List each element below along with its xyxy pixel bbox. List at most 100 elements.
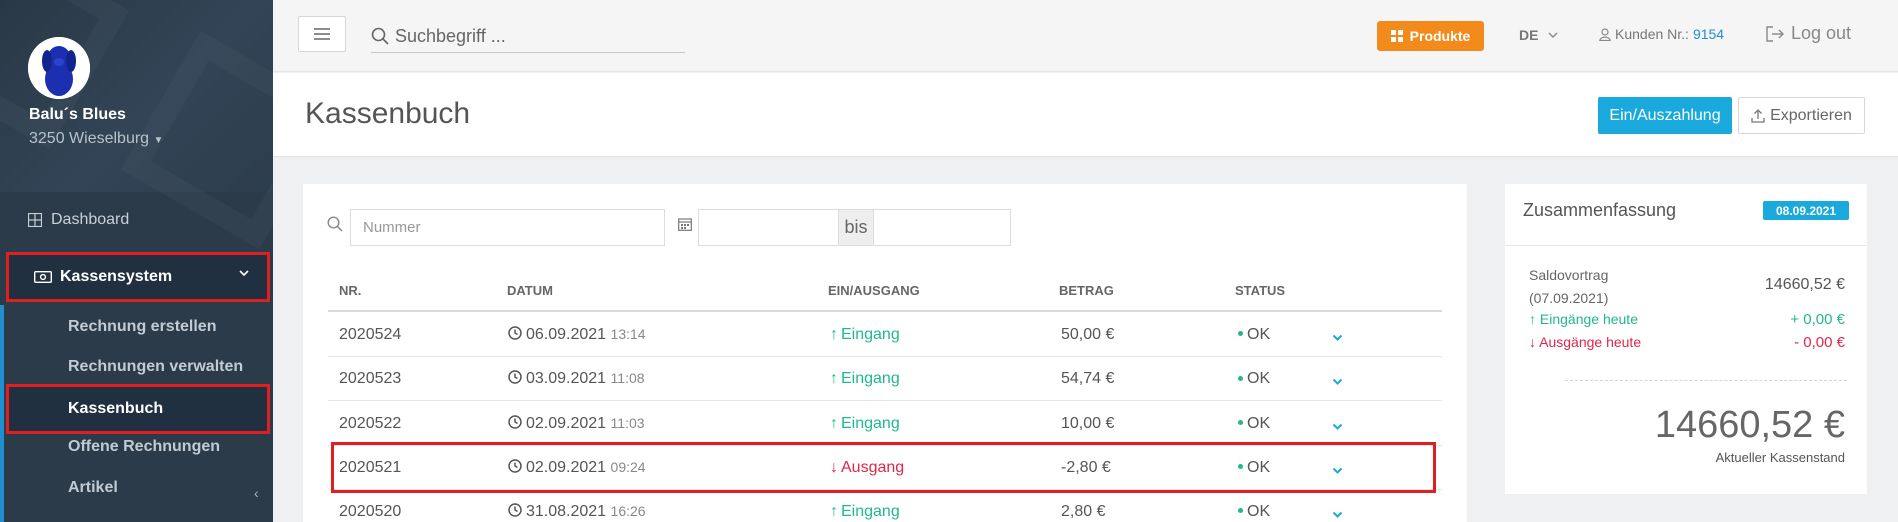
expand-row-button[interactable] bbox=[1332, 373, 1343, 391]
nummer-filter-input[interactable]: Nummer bbox=[350, 209, 665, 246]
ein-auszahlung-button[interactable]: Ein/Auszahlung bbox=[1598, 97, 1732, 134]
sidebar-subitem-artikel[interactable]: Artikel bbox=[68, 479, 118, 497]
arrow-up-icon: ↑ bbox=[830, 370, 838, 388]
cell-ein-ausgang: ↑ Eingang bbox=[830, 370, 900, 388]
cell-ein-ausgang: ↓ Ausgang bbox=[830, 459, 904, 477]
clock-icon bbox=[508, 370, 522, 385]
hamburger-icon bbox=[314, 28, 330, 40]
cell-status: OK bbox=[1238, 370, 1270, 388]
customer-number[interactable]: Kunden Nr.: 9154 bbox=[1599, 26, 1724, 42]
cell-betrag: 54,74 € bbox=[1061, 370, 1115, 388]
table-row[interactable]: 2020520 31.08.2021 16:26 ↑ Eingang 2,80 € OK bbox=[328, 490, 1442, 522]
nummer-placeholder: Nummer bbox=[363, 219, 421, 236]
cell-nr: 2020520 bbox=[339, 503, 402, 521]
sidebar-profile-area: Balu´s Blues 3250 Wieselburg ▼ bbox=[0, 0, 273, 192]
expand-row-button[interactable] bbox=[1332, 506, 1343, 522]
cell-time: 11:08 bbox=[610, 370, 645, 387]
cell-ein-ausgang: ↑ Eingang bbox=[830, 415, 900, 433]
sidebar-item-label: Kassensystem bbox=[60, 268, 173, 285]
column-header-datum[interactable]: DATUM bbox=[507, 283, 553, 298]
summary-divider bbox=[1505, 245, 1867, 246]
sidebar-item-kassensystem[interactable]: Kassensystem bbox=[6, 252, 270, 302]
column-header-status[interactable]: STATUS bbox=[1235, 283, 1285, 298]
cash-icon bbox=[34, 271, 52, 283]
chevron-down-icon bbox=[239, 270, 249, 277]
logout-label: Log out bbox=[1791, 23, 1852, 43]
apps-icon bbox=[1390, 30, 1403, 42]
clock-icon bbox=[508, 503, 522, 517]
sidebar-item-label: Dashboard bbox=[51, 211, 130, 228]
sidebar-subitem-rechnungen-verwalten[interactable]: Rechnungen verwalten bbox=[68, 358, 243, 376]
language-select[interactable]: DE bbox=[1519, 27, 1558, 43]
saldovortrag-value: 14660,52 € bbox=[1764, 276, 1845, 293]
cell-status-text: OK bbox=[1247, 414, 1271, 432]
export-button[interactable]: Exportieren bbox=[1738, 97, 1865, 134]
table-row[interactable]: 2020524 06.09.2021 13:14 ↑ Eingang 50,00 € OK bbox=[328, 313, 1442, 357]
table-row[interactable]: 2020523 03.09.2021 11:08 ↑ Eingang 54,74 € OK bbox=[328, 357, 1442, 402]
search-placeholder: Suchbegriff ... bbox=[395, 25, 506, 46]
sidebar-subitem-rechnung-erstellen[interactable]: Rechnung erstellen bbox=[68, 318, 216, 336]
date-from-input[interactable] bbox=[698, 209, 838, 246]
saldovortrag-date: (07.09.2021) bbox=[1529, 290, 1609, 306]
cell-type: Eingang bbox=[841, 414, 900, 432]
column-header-nr[interactable]: NR. bbox=[339, 283, 361, 298]
cell-status-text: OK bbox=[1247, 503, 1271, 521]
column-header-ein-ausgang[interactable]: EIN/AUSGANG bbox=[828, 283, 920, 298]
cell-type: Ausgang bbox=[841, 458, 905, 476]
expand-row-button[interactable] bbox=[1332, 462, 1343, 480]
calendar-icon bbox=[678, 218, 692, 231]
cell-datum: 03.09.2021 11:08 bbox=[508, 370, 645, 388]
summary-title: Zusammenfassung bbox=[1523, 200, 1677, 220]
cell-datum: 02.09.2021 09:24 bbox=[508, 459, 646, 477]
shop-location-dropdown[interactable]: 3250 Wieselburg ▼ bbox=[29, 130, 163, 148]
customer-number-value: 9154 bbox=[1692, 26, 1725, 42]
sidebar-item-dashboard[interactable]: Dashboard bbox=[0, 192, 273, 248]
cell-time: 11:03 bbox=[610, 414, 645, 431]
cell-time: 09:24 bbox=[610, 458, 646, 475]
cell-type: Eingang bbox=[841, 503, 900, 521]
expand-row-button[interactable] bbox=[1332, 418, 1343, 436]
expand-row-button[interactable] bbox=[1332, 329, 1343, 347]
menu-toggle-button[interactable] bbox=[298, 16, 346, 52]
sidebar-subitem-kassenbuch[interactable]: Kassenbuch bbox=[6, 384, 270, 434]
customer-number-label: Kunden Nr.: bbox=[1615, 26, 1689, 42]
table-row[interactable]: 2020522 02.09.2021 11:03 ↑ Eingang 10,00 € OK bbox=[328, 402, 1442, 446]
chevron-left-icon: ‹ bbox=[254, 485, 259, 501]
eingaenge-heute-value: + 0,00 € bbox=[1790, 311, 1845, 328]
eingaenge-heute-label: ↑ Eingänge heute bbox=[1529, 311, 1638, 327]
table-row[interactable]: 2020521 02.09.2021 09:24 ↓ Ausgang -2,80 € OK bbox=[328, 446, 1442, 490]
chevron-down-icon bbox=[1332, 511, 1343, 519]
cell-betrag: 2,80 € bbox=[1061, 503, 1106, 521]
logout-button[interactable]: Log out bbox=[1766, 23, 1851, 44]
kassenstand-value: 14660,52 € bbox=[1654, 404, 1845, 446]
cell-time: 13:14 bbox=[610, 326, 646, 342]
produkte-button[interactable]: Produkte bbox=[1377, 21, 1484, 51]
cell-ein-ausgang: ↑ Eingang bbox=[830, 503, 900, 521]
clock-icon bbox=[508, 459, 522, 473]
export-label: Exportieren bbox=[1770, 106, 1852, 124]
kassenstand-label: Aktueller Kassenstand bbox=[1715, 450, 1845, 465]
arrow-up-icon: ↑ bbox=[830, 503, 838, 521]
date-to-input[interactable] bbox=[874, 209, 1011, 246]
cell-nr: 2020521 bbox=[339, 458, 402, 476]
date-range-separator: bis bbox=[838, 209, 874, 246]
arrow-up-icon: ↑ bbox=[1529, 311, 1536, 327]
chevron-down-icon bbox=[1548, 32, 1558, 38]
search-input[interactable]: Suchbegriff ... bbox=[371, 20, 685, 53]
shop-avatar[interactable] bbox=[28, 37, 90, 99]
kassenbuch-card: Nummer bis NR. DATUM EIN/AUSGANG BETRAG … bbox=[303, 184, 1467, 522]
sidebar-subitem-offene-rechnungen[interactable]: Offene Rechnungen bbox=[68, 438, 220, 456]
status-dot-icon bbox=[1238, 464, 1243, 470]
cell-datum: 06.09.2021 13:14 bbox=[508, 326, 646, 344]
column-header-betrag[interactable]: BETRAG bbox=[1059, 283, 1114, 298]
grid-icon bbox=[28, 213, 42, 227]
clock-icon bbox=[508, 326, 522, 340]
cell-time: 16:26 bbox=[610, 503, 646, 520]
chevron-down-icon bbox=[1332, 423, 1343, 430]
cell-betrag: -2,80 € bbox=[1061, 458, 1111, 476]
shop-location-label: 3250 Wieselburg bbox=[29, 130, 150, 147]
cell-nr: 2020522 bbox=[339, 414, 402, 432]
arrow-up-icon: ↑ bbox=[830, 414, 838, 432]
search-icon bbox=[371, 27, 389, 45]
ausgaenge-heute-label: ↓ Ausgänge heute bbox=[1529, 334, 1641, 350]
